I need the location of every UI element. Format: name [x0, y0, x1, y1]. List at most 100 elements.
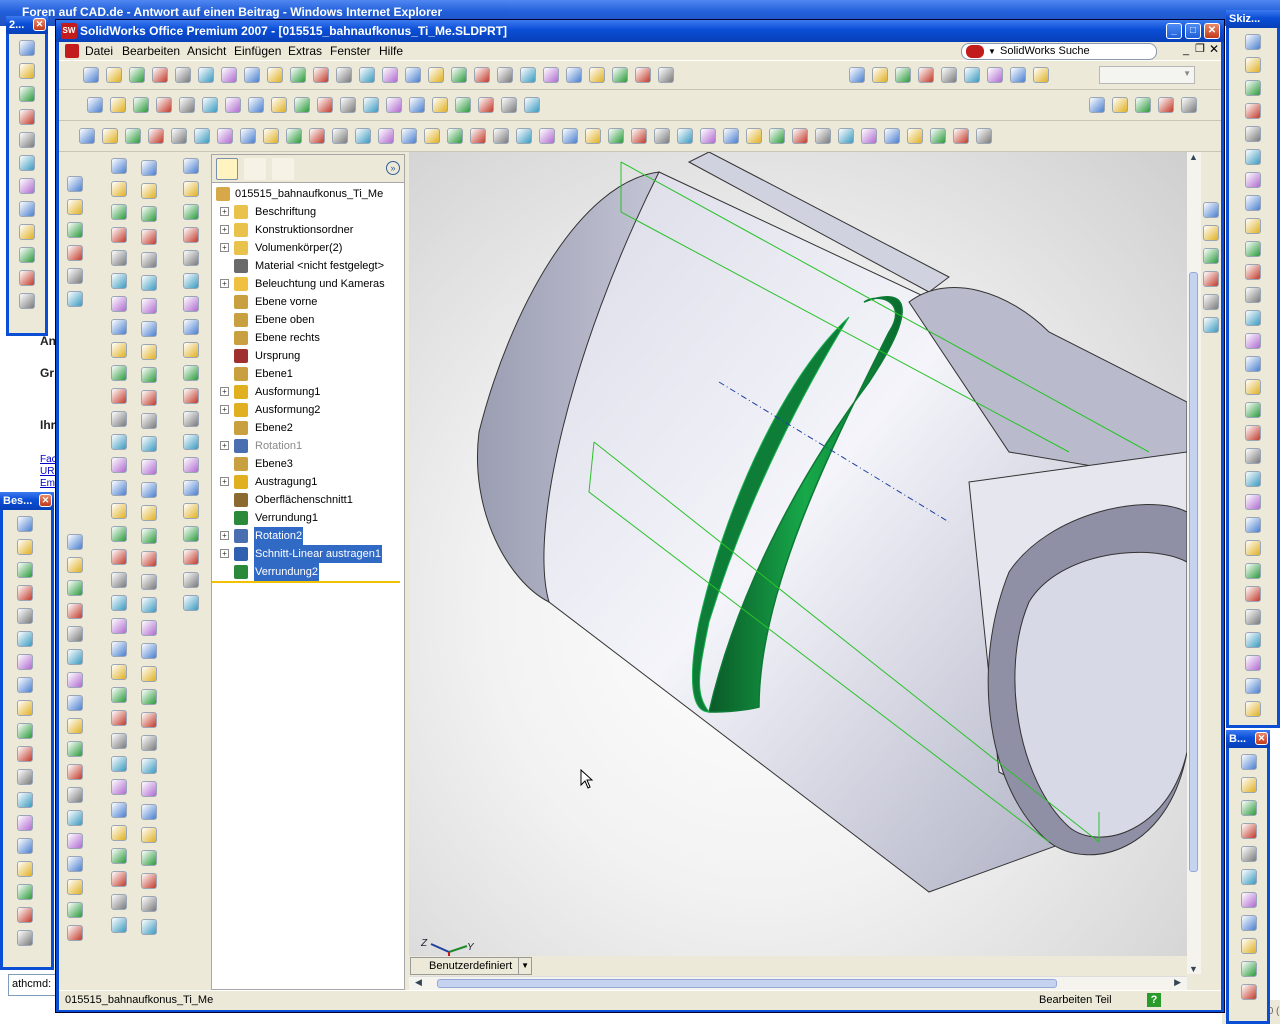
- palette-c-tool-icon[interactable]: [111, 871, 127, 887]
- float-d-tool-icon[interactable]: [1241, 823, 1257, 839]
- sketch-tool-icon[interactable]: [723, 128, 739, 144]
- sketch-tool-icon[interactable]: [79, 128, 95, 144]
- feature-tool-icon[interactable]: [501, 97, 517, 113]
- palette-c-tool-icon[interactable]: [111, 825, 127, 841]
- float-c-tool-icon[interactable]: [1245, 540, 1261, 556]
- standard-tool-icon[interactable]: [428, 67, 444, 83]
- task-pane-tool-icon[interactable]: [1203, 271, 1219, 287]
- float-b-tool-icon[interactable]: [17, 700, 33, 716]
- float-b-tool-icon[interactable]: [17, 654, 33, 670]
- float-c-tool-icon[interactable]: [1245, 80, 1261, 96]
- float-c-tool-icon[interactable]: [1245, 701, 1261, 717]
- palette-d-tool-icon[interactable]: [141, 528, 157, 544]
- palette-d-tool-icon[interactable]: [141, 459, 157, 475]
- feature-tool-icon[interactable]: [317, 97, 333, 113]
- sketch-tool-icon[interactable]: [217, 128, 233, 144]
- display-tool-icon[interactable]: [1135, 97, 1151, 113]
- display-tool-icon[interactable]: [1089, 97, 1105, 113]
- float-b-tool-icon[interactable]: [17, 608, 33, 624]
- collapse-panel-icon[interactable]: »: [386, 161, 400, 175]
- palette-d-tool-icon[interactable]: [141, 160, 157, 176]
- sketch-tool-icon[interactable]: [677, 128, 693, 144]
- standard-tool-icon[interactable]: [267, 67, 283, 83]
- palette-d-tool-icon[interactable]: [141, 781, 157, 797]
- palette-c-tool-icon[interactable]: [111, 848, 127, 864]
- palette-d-tool-icon[interactable]: [141, 551, 157, 567]
- view-tool-icon[interactable]: [918, 67, 934, 83]
- float-a-tool-icon[interactable]: [19, 155, 35, 171]
- view-tool-icon[interactable]: [987, 67, 1003, 83]
- palette-c-tool-icon[interactable]: [111, 250, 127, 266]
- palette-b-tool-icon[interactable]: [67, 925, 83, 941]
- scroll-up-icon[interactable]: ▲: [1189, 152, 1198, 162]
- standard-tool-icon[interactable]: [106, 67, 122, 83]
- palette-c-tool-icon[interactable]: [111, 572, 127, 588]
- feature-tool-icon[interactable]: [248, 97, 264, 113]
- palette-c-tool-icon[interactable]: [111, 756, 127, 772]
- float-a-tool-icon[interactable]: [19, 86, 35, 102]
- float-b-tool-icon[interactable]: [17, 746, 33, 762]
- palette-b-tool-icon[interactable]: [67, 603, 83, 619]
- sketch-tool-icon[interactable]: [355, 128, 371, 144]
- float-d-tool-icon[interactable]: [1241, 915, 1257, 931]
- feature-tool-icon[interactable]: [110, 97, 126, 113]
- float-b-tool-icon[interactable]: [17, 585, 33, 601]
- feature-tool-icon[interactable]: [524, 97, 540, 113]
- float-b-tool-icon[interactable]: [17, 930, 33, 946]
- float-c-tool-icon[interactable]: [1245, 126, 1261, 142]
- palette-c-tool-icon[interactable]: [111, 319, 127, 335]
- float-b-tool-icon[interactable]: [17, 907, 33, 923]
- float-d-tool-icon[interactable]: [1241, 892, 1257, 908]
- palette-b-tool-icon[interactable]: [67, 649, 83, 665]
- expand-icon[interactable]: +: [220, 279, 229, 288]
- feature-tool-icon[interactable]: [156, 97, 172, 113]
- sketch-tool-icon[interactable]: [493, 128, 509, 144]
- float-b-tool-icon[interactable]: [17, 516, 33, 532]
- menu-bearbeiten[interactable]: Bearbeiten: [122, 42, 180, 60]
- standard-tool-icon[interactable]: [359, 67, 375, 83]
- float-c-tool-icon[interactable]: [1245, 149, 1261, 165]
- palette-e-tool-icon[interactable]: [183, 365, 199, 381]
- palette-e-tool-icon[interactable]: [183, 204, 199, 220]
- standard-tool-icon[interactable]: [198, 67, 214, 83]
- float-toolbar-close-button[interactable]: ✕: [1255, 732, 1268, 745]
- standard-tool-icon[interactable]: [658, 67, 674, 83]
- sketch-tool-icon[interactable]: [631, 128, 647, 144]
- sketch-tool-icon[interactable]: [424, 128, 440, 144]
- sketch-tool-icon[interactable]: [309, 128, 325, 144]
- palette-d-tool-icon[interactable]: [141, 873, 157, 889]
- sketch-tool-icon[interactable]: [907, 128, 923, 144]
- standard-tool-icon[interactable]: [635, 67, 651, 83]
- float-c-tool-icon[interactable]: [1245, 172, 1261, 188]
- palette-c-tool-icon[interactable]: [111, 204, 127, 220]
- standard-tool-icon[interactable]: [244, 67, 260, 83]
- palette-d-tool-icon[interactable]: [141, 712, 157, 728]
- sketch-tool-icon[interactable]: [470, 128, 486, 144]
- palette-d-tool-icon[interactable]: [141, 735, 157, 751]
- palette-b-tool-icon[interactable]: [67, 718, 83, 734]
- sketch-tool-icon[interactable]: [125, 128, 141, 144]
- standard-tool-icon[interactable]: [221, 67, 237, 83]
- float-c-tool-icon[interactable]: [1245, 287, 1261, 303]
- feature-tool-icon[interactable]: [363, 97, 379, 113]
- tab-configuration-manager[interactable]: [272, 158, 294, 180]
- palette-e-tool-icon[interactable]: [183, 526, 199, 542]
- palette-b-tool-icon[interactable]: [67, 580, 83, 596]
- palette-c-tool-icon[interactable]: [111, 181, 127, 197]
- expand-icon[interactable]: +: [220, 531, 229, 540]
- palette-d-tool-icon[interactable]: [141, 689, 157, 705]
- doc-restore-button[interactable]: ❐: [1195, 42, 1205, 55]
- task-pane-tool-icon[interactable]: [1203, 225, 1219, 241]
- sketch-tool-icon[interactable]: [769, 128, 785, 144]
- sketch-tool-icon[interactable]: [654, 128, 670, 144]
- sketch-tool-icon[interactable]: [378, 128, 394, 144]
- palette-c-tool-icon[interactable]: [111, 434, 127, 450]
- sketch-tool-icon[interactable]: [332, 128, 348, 144]
- standard-tool-icon[interactable]: [290, 67, 306, 83]
- palette-c-tool-icon[interactable]: [111, 296, 127, 312]
- menu-hilfe[interactable]: Hilfe: [379, 42, 403, 60]
- palette-d-tool-icon[interactable]: [141, 298, 157, 314]
- feature-tool-icon[interactable]: [87, 97, 103, 113]
- palette-e-tool-icon[interactable]: [183, 572, 199, 588]
- palette-b-tool-icon[interactable]: [67, 534, 83, 550]
